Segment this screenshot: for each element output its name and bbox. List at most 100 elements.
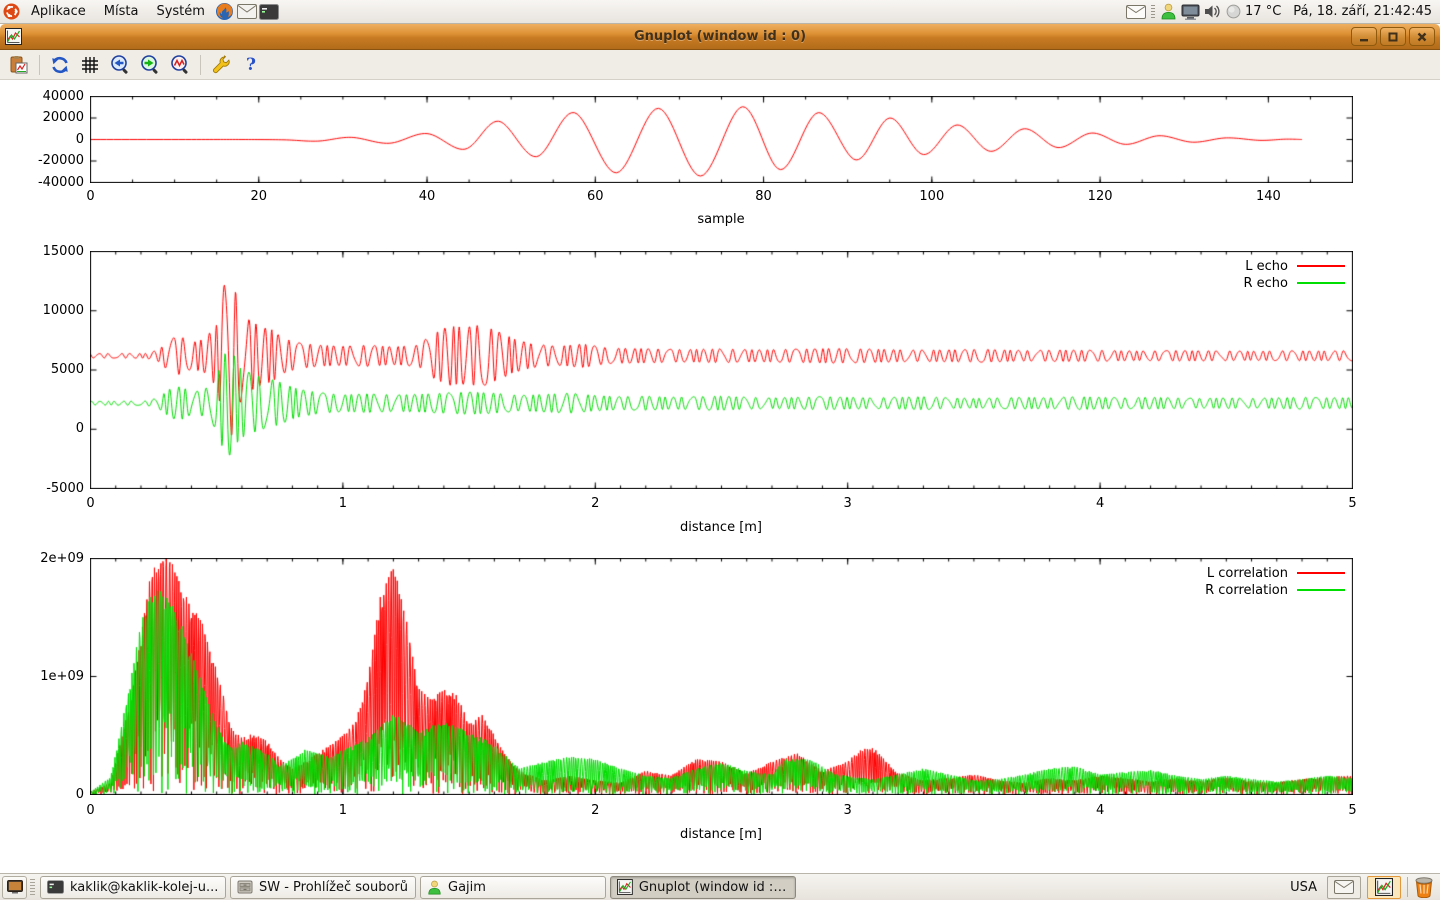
task-button-gajim[interactable]: Gajim bbox=[420, 876, 606, 899]
terminal-icon bbox=[47, 880, 64, 894]
mail-tray-icon[interactable] bbox=[1126, 5, 1146, 19]
ubuntu-logo-icon bbox=[3, 3, 20, 20]
y-tick-label: -40000 bbox=[0, 175, 84, 191]
y-tick-label: 0 bbox=[0, 421, 84, 437]
x-tick-label: 5 bbox=[1323, 496, 1383, 512]
temperature-indicator[interactable]: 17 °C bbox=[1245, 4, 1281, 19]
x-tick-label: 4 bbox=[1070, 803, 1130, 819]
x-tick-label: 20 bbox=[229, 189, 289, 205]
y-tick-label: 5000 bbox=[0, 362, 84, 378]
gajim-icon bbox=[427, 880, 442, 895]
y-tick-label: 1e+09 bbox=[0, 669, 84, 685]
mail-icon bbox=[237, 4, 257, 19]
copy-plot-button[interactable] bbox=[6, 52, 32, 78]
menu-applications[interactable]: Aplikace bbox=[22, 0, 95, 24]
trash-applet[interactable] bbox=[1414, 876, 1434, 898]
xaxis-title-distance-echo: distance [m] bbox=[421, 520, 1021, 535]
help-button[interactable]: ? bbox=[238, 52, 264, 78]
close-icon bbox=[1416, 31, 1428, 43]
show-desktop-button[interactable] bbox=[2, 876, 27, 899]
y-tick-label: 2e+09 bbox=[0, 551, 84, 567]
task-button-gnuplot[interactable]: Gnuplot (window id : 0) bbox=[610, 876, 796, 899]
maximize-icon bbox=[1387, 31, 1399, 43]
tray-separator bbox=[1407, 877, 1408, 897]
task-label: Gnuplot (window id : 0) bbox=[639, 880, 789, 895]
legend-item: L correlation bbox=[1205, 565, 1345, 581]
user-status-icon[interactable] bbox=[1160, 3, 1177, 20]
gnuplot-canvas-area: 020406080100120140-40000-200000200004000… bbox=[0, 80, 1440, 873]
keyboard-layout-indicator[interactable]: USA bbox=[1286, 880, 1321, 895]
toolbar-separator bbox=[39, 55, 40, 75]
y-tick-label: -5000 bbox=[0, 481, 84, 497]
y-tick-label: 10000 bbox=[0, 303, 84, 319]
task-label: kaklik@kaklik-kolej-u... bbox=[70, 880, 218, 895]
zoom-next-button[interactable] bbox=[137, 52, 163, 78]
mail-notification-button[interactable] bbox=[1327, 876, 1361, 899]
y-tick-label: 15000 bbox=[0, 244, 84, 260]
clock-applet[interactable]: Pá, 18. září, 21:42:45 bbox=[1285, 4, 1432, 19]
x-tick-label: 1 bbox=[313, 496, 373, 512]
display-icon[interactable] bbox=[1181, 4, 1200, 20]
zoom-next-icon bbox=[140, 54, 161, 75]
firefox-launcher[interactable] bbox=[214, 0, 236, 24]
mail-icon bbox=[1334, 880, 1354, 894]
menu-places[interactable]: Místa bbox=[95, 0, 148, 24]
minimize-button[interactable] bbox=[1351, 27, 1377, 46]
task-button-file-manager[interactable]: SW - Prohlížeč souborů bbox=[230, 876, 416, 899]
autoscale-button[interactable] bbox=[167, 52, 193, 78]
y-tick-label: 40000 bbox=[0, 89, 84, 105]
legend-echo: L echo R echo bbox=[1243, 258, 1345, 291]
settings-button[interactable] bbox=[208, 52, 234, 78]
zoom-previous-button[interactable] bbox=[107, 52, 133, 78]
window-titlebar[interactable]: Gnuplot (window id : 0) bbox=[0, 24, 1440, 50]
file-manager-icon bbox=[237, 880, 253, 894]
system-tray: 17 °C Pá, 18. září, 21:42:45 bbox=[1126, 3, 1440, 20]
menu-places-label: Místa bbox=[104, 4, 139, 19]
zoom-previous-icon bbox=[110, 54, 131, 75]
x-tick-label: 2 bbox=[565, 496, 625, 512]
gnuplot-icon bbox=[617, 879, 633, 895]
window-controls bbox=[1351, 27, 1440, 46]
menu-applications-label: Aplikace bbox=[31, 4, 86, 19]
close-button[interactable] bbox=[1409, 27, 1435, 46]
terminal-launcher[interactable] bbox=[258, 0, 280, 24]
copy-plot-icon bbox=[9, 55, 29, 75]
toolbar-separator bbox=[200, 55, 201, 75]
grid-button[interactable] bbox=[77, 52, 103, 78]
legend-item: L echo bbox=[1243, 258, 1345, 274]
show-desktop-icon bbox=[7, 880, 23, 894]
chart-correlation[interactable] bbox=[90, 558, 1353, 795]
gnome-bottom-panel: kaklik@kaklik-kolej-u... SW - Prohlížeč … bbox=[0, 873, 1440, 900]
x-tick-label: 40 bbox=[397, 189, 457, 205]
legend-line-sample bbox=[1297, 265, 1345, 267]
xaxis-title-distance-correlation: distance [m] bbox=[421, 827, 1021, 842]
tasklist-handle[interactable] bbox=[30, 879, 35, 895]
legend-label: L correlation bbox=[1207, 566, 1288, 581]
mail-launcher[interactable] bbox=[236, 0, 258, 24]
x-tick-label: 140 bbox=[1238, 189, 1298, 205]
volume-icon[interactable] bbox=[1204, 4, 1222, 19]
autoscale-icon bbox=[170, 54, 191, 75]
xaxis-title-sample: sample bbox=[421, 212, 1021, 227]
x-tick-label: 3 bbox=[818, 803, 878, 819]
chart-echo-signals[interactable] bbox=[90, 251, 1353, 489]
gnuplot-tray-button[interactable] bbox=[1367, 876, 1401, 899]
x-tick-label: 80 bbox=[734, 189, 794, 205]
legend-label: L echo bbox=[1245, 259, 1288, 274]
help-icon: ? bbox=[246, 55, 256, 75]
menu-system[interactable]: Systém bbox=[147, 0, 213, 24]
firefox-icon bbox=[215, 2, 234, 21]
replot-button[interactable] bbox=[47, 52, 73, 78]
weather-icon[interactable] bbox=[1226, 4, 1241, 19]
x-tick-label: 120 bbox=[1070, 189, 1130, 205]
tray-handle[interactable] bbox=[1151, 5, 1155, 19]
taskbar-tray: USA bbox=[1286, 876, 1440, 899]
x-tick-label: 0 bbox=[61, 189, 121, 205]
legend-correlation: L correlationR correlation bbox=[1205, 565, 1345, 598]
chart-sample-waveform[interactable] bbox=[90, 96, 1353, 183]
ubuntu-menu-button[interactable] bbox=[0, 0, 22, 24]
task-button-terminal[interactable]: kaklik@kaklik-kolej-u... bbox=[40, 876, 226, 899]
maximize-button[interactable] bbox=[1380, 27, 1406, 46]
terminal-icon bbox=[259, 4, 279, 20]
legend-label: R echo bbox=[1243, 276, 1288, 291]
